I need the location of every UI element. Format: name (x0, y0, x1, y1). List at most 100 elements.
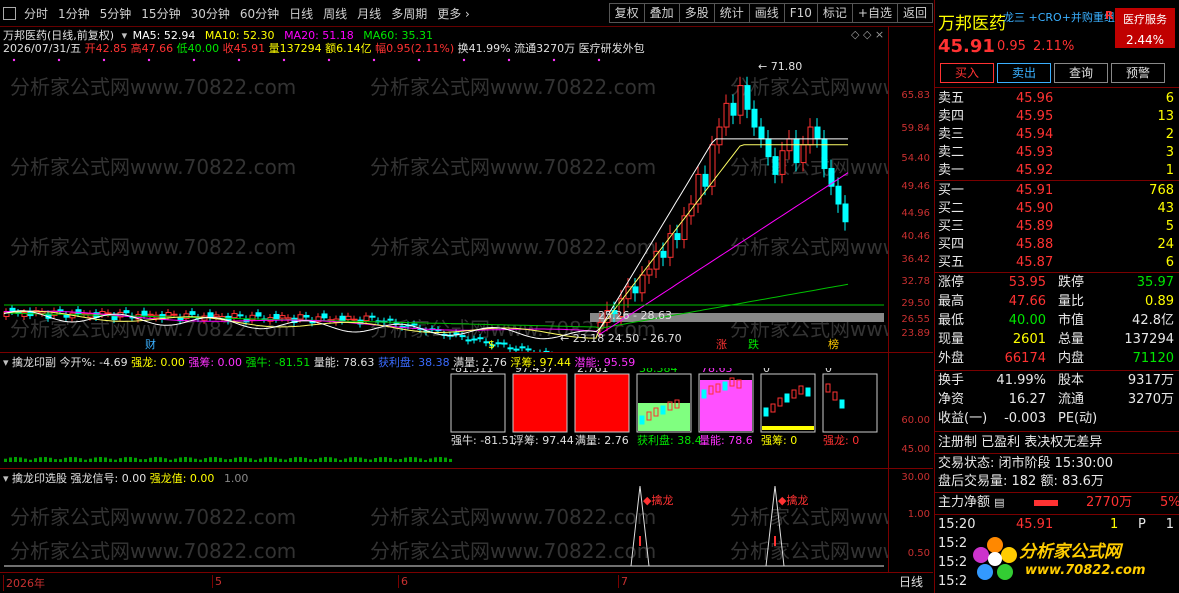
candle-body (821, 138, 828, 169)
date-tick-label: 7 (618, 575, 628, 588)
histogram-bar (444, 457, 447, 462)
orderbook-row[interactable]: 卖三 45.94 2 (938, 126, 1176, 144)
orderbook-row[interactable]: 买一 45.91 768 (938, 182, 1176, 200)
main-flow-icon[interactable]: ▤ (994, 496, 1004, 509)
period-tab[interactable]: 60分钟 (235, 5, 284, 22)
divider (935, 514, 1179, 515)
event-marker[interactable]: 涨 (716, 338, 727, 351)
histogram-bar (319, 457, 322, 462)
close-icon[interactable] (3, 6, 16, 20)
indicator-box-value: 2.761 (577, 368, 609, 375)
candle-body (674, 233, 681, 241)
sell-button[interactable]: 卖出 (997, 63, 1051, 83)
histogram-bar (274, 457, 277, 462)
period-tab[interactable]: 周线 (318, 5, 352, 22)
main-flow-row: 主力净额 ▤ 2770万 5% (938, 494, 1179, 512)
tool-button[interactable]: 叠加 (643, 3, 680, 23)
tool-button[interactable]: F10 (783, 3, 818, 23)
y-tick-label: 65.83 (901, 90, 930, 101)
tool-button[interactable]: 多股 (678, 3, 715, 23)
candle-body (411, 323, 418, 326)
period-tab[interactable]: 30分钟 (186, 5, 235, 22)
orderbook-row[interactable]: 买三 45.89 5 (938, 218, 1176, 236)
period-tab[interactable]: 多周期 (386, 5, 432, 22)
r-mark: R (1105, 9, 1114, 22)
watermark-text: 分析家公式网www.70822.com (10, 505, 296, 529)
mini-candle (763, 407, 769, 417)
main-flow-label: 主力净额 (938, 495, 991, 510)
stat-row: 外盘 66174 内盘 71120 (938, 350, 1176, 368)
y-tick-label: 1.00 (907, 509, 930, 520)
sector-box[interactable]: 医疗服务 2.44% (1115, 8, 1175, 48)
candle-body (465, 339, 472, 342)
tool-button[interactable]: 返回 (896, 3, 933, 23)
period-tab[interactable]: 1分钟 (53, 5, 95, 22)
orderbook-row[interactable]: 买五 45.87 6 (938, 254, 1176, 272)
price-change-pct: 2.11% (1033, 39, 1075, 54)
mini-candle (701, 389, 707, 399)
range-label-1: 25.26 - 28.63 (598, 309, 672, 322)
tool-button[interactable]: 画线 (748, 3, 785, 23)
period-tab[interactable]: 日线 (284, 5, 318, 22)
buy-button[interactable]: 买入 (940, 63, 994, 83)
orderbook-row[interactable]: 买二 45.90 43 (938, 200, 1176, 218)
histogram-bar (59, 459, 62, 462)
orderbook-row[interactable]: 买四 45.88 24 (938, 236, 1176, 254)
y-tick-label: 0.50 (907, 548, 930, 559)
period-tab[interactable]: 分时 (19, 5, 53, 22)
orderbook-row[interactable]: 卖二 45.93 3 (938, 144, 1176, 162)
alert-button[interactable]: 预警 (1111, 63, 1165, 83)
watermark-text: 分析家公式网www.70822.com (10, 235, 296, 259)
event-marker[interactable]: 财 (145, 337, 156, 351)
histogram-bar (159, 457, 162, 462)
indicator-box-label: 获利盘: 38.4 (637, 433, 702, 447)
fundamental-block: 换手 41.99% 股本 9317万 净资 16.27 流通 3270万 收益(一) -0.003… (935, 372, 1179, 430)
orderbook-row[interactable]: 卖五 45.96 6 (938, 90, 1176, 108)
watermark-text: 分析家公式网www.70822.com (10, 155, 296, 179)
candle-body (231, 313, 238, 319)
orderbook-row[interactable]: 卖四 45.95 13 (938, 108, 1176, 126)
candle-body (477, 337, 484, 340)
histogram-bar (379, 457, 382, 462)
histogram-bar (399, 458, 402, 462)
period-tab[interactable]: 15分钟 (136, 5, 185, 22)
histogram-bar (239, 457, 242, 462)
histogram-bar (374, 458, 377, 462)
histogram-bar (414, 457, 417, 462)
stat-value: -0.003 (1004, 411, 1046, 426)
histogram-bar (249, 458, 252, 462)
candle-body (57, 309, 64, 312)
stat-label: 涨停 (938, 275, 965, 290)
event-marker[interactable]: 榜 (828, 337, 839, 351)
orderbook-label: 卖三 (938, 127, 965, 142)
buy-orderbook: 买一 45.91 768 买二 45.90 43 买三 45.89 5 买四 45.88 24 买五 45… (935, 182, 1179, 272)
y-tick-label: 54.40 (901, 153, 930, 164)
period-label[interactable]: 日线 (889, 573, 933, 593)
candle-body (744, 85, 751, 110)
watermark-text: 分析家公式网www.70822.com (730, 505, 888, 529)
orderbook-price: 45.93 (1016, 145, 1054, 160)
tool-button[interactable]: 复权 (608, 3, 645, 23)
period-tab[interactable]: 更多 › (432, 5, 475, 22)
orderbook-row[interactable]: 卖一 45.92 1 (938, 162, 1176, 180)
orderbook-volume: 6 (1165, 255, 1174, 270)
query-button[interactable]: 查询 (1054, 63, 1108, 83)
orderbook-volume: 768 (1149, 183, 1174, 198)
period-tab[interactable]: 月线 (352, 5, 386, 22)
candle-body (751, 108, 758, 128)
info-amt: 额6.14亿 (325, 42, 372, 55)
tool-button[interactable]: 统计 (713, 3, 750, 23)
signal-dot (462, 58, 466, 62)
event-marker[interactable]: $ (488, 338, 495, 351)
event-marker[interactable]: 跌 (748, 337, 759, 351)
tick-time: 15:2 (938, 574, 968, 589)
stat-label: 最低 (938, 313, 965, 328)
period-tab[interactable]: 5分钟 (95, 5, 137, 22)
stat-value: 0.89 (1145, 294, 1174, 309)
indicator-box-value: -81.511 (451, 368, 493, 375)
watermark-text: 分析家公式网www.70822.com (370, 75, 656, 99)
chart-controls[interactable]: ◇ ◇ × (851, 28, 884, 41)
indicator-box-value: 38.384 (639, 368, 678, 375)
tool-button[interactable]: 标记 (816, 3, 853, 23)
tool-button[interactable]: +自选 (851, 3, 898, 23)
